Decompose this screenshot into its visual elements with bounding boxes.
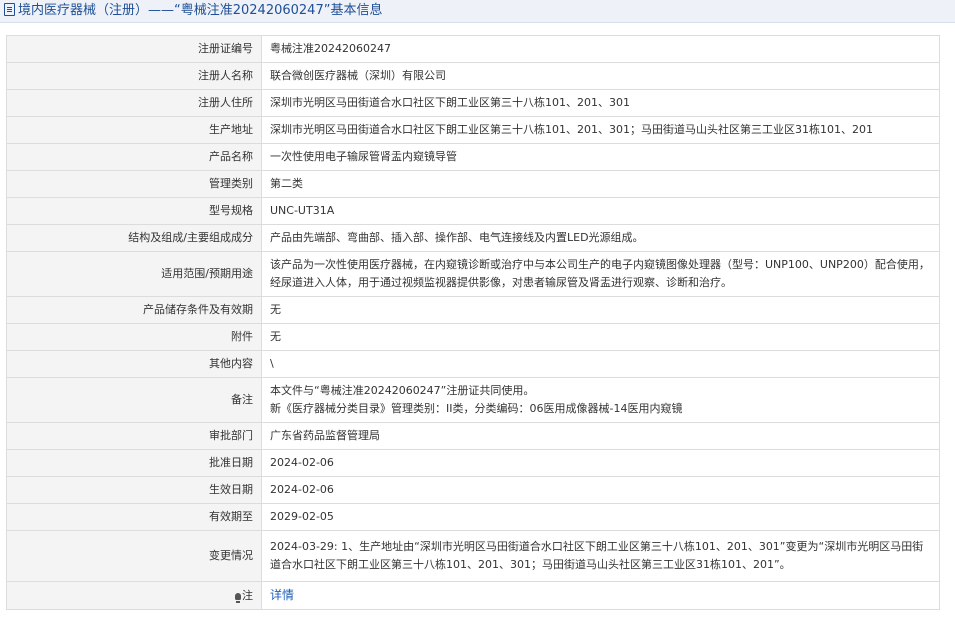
field-value: 2029-02-05 [261, 503, 940, 531]
note-value-cell: 详情 [261, 581, 940, 610]
info-table: 注册证编号 粤械注准20242060247 注册人名称 联合微创医疗器械（深圳）… [6, 35, 940, 610]
field-value: 无 [261, 296, 940, 324]
field-value: 本文件与“粤械注准20242060247”注册证共同使用。 新《医疗器械分类目录… [261, 377, 940, 423]
field-label: 有效期至 [6, 503, 262, 531]
table-row: 产品名称 一次性使用电子输尿管肾盂内窥镜导管 [6, 143, 940, 171]
field-value: 2024-02-06 [261, 476, 940, 504]
remark-line: 新《医疗器械分类目录》管理类别：II类，分类编码：06医用成像器械-14医用内窥… [270, 402, 683, 415]
field-value: 联合微创医疗器械（深圳）有限公司 [261, 62, 940, 90]
table-row: 有效期至 2029-02-05 [6, 503, 940, 531]
table-row: 适用范围/预期用途 该产品为一次性使用医疗器械，在内窥镜诊断或治疗中与本公司生产… [6, 251, 940, 297]
field-value: 粤械注准20242060247 [261, 35, 940, 63]
table-row: 生产地址 深圳市光明区马田街道合水口社区下朗工业区第三十八栋101、201、30… [6, 116, 940, 144]
table-row: 备注 本文件与“粤械注准20242060247”注册证共同使用。 新《医疗器械分… [6, 377, 940, 423]
field-label: 注册证编号 [6, 35, 262, 63]
table-row: 审批部门 广东省药品监督管理局 [6, 422, 940, 450]
field-label: 其他内容 [6, 350, 262, 378]
field-label: 变更情况 [6, 530, 262, 582]
note-label-cell: 注 [6, 581, 262, 610]
field-value: 2024-02-06 [261, 449, 940, 477]
table-row: 结构及组成/主要组成成分 产品由先端部、弯曲部、插入部、操作部、电气连接线及内置… [6, 224, 940, 252]
details-link[interactable]: 详情 [270, 588, 294, 602]
table-row: 管理类别 第二类 [6, 170, 940, 198]
field-value: 深圳市光明区马田街道合水口社区下朗工业区第三十八栋101、201、301；马田街… [261, 116, 940, 144]
field-label: 批准日期 [6, 449, 262, 477]
field-label: 产品名称 [6, 143, 262, 171]
document-icon [4, 3, 15, 16]
field-label: 注册人名称 [6, 62, 262, 90]
field-label: 适用范围/预期用途 [6, 251, 262, 297]
bulb-icon [235, 592, 241, 603]
table-row: 注 详情 [6, 581, 940, 610]
field-label: 结构及组成/主要组成成分 [6, 224, 262, 252]
table-row: 附件 无 [6, 323, 940, 351]
note-label: 注 [242, 588, 253, 602]
page-title-bar: 境内医疗器械（注册）——“粤械注准20242060247”基本信息 [0, 0, 955, 23]
field-value: 一次性使用电子输尿管肾盂内窥镜导管 [261, 143, 940, 171]
field-label: 注册人住所 [6, 89, 262, 117]
field-value: 第二类 [261, 170, 940, 198]
field-label: 审批部门 [6, 422, 262, 450]
table-row: 注册人住所 深圳市光明区马田街道合水口社区下朗工业区第三十八栋101、201、3… [6, 89, 940, 117]
field-value: \ [261, 350, 940, 378]
table-row: 产品储存条件及有效期 无 [6, 296, 940, 324]
field-label: 生产地址 [6, 116, 262, 144]
field-value: 2024-03-29: 1、生产地址由“深圳市光明区马田街道合水口社区下朗工业区… [261, 530, 940, 582]
field-label: 管理类别 [6, 170, 262, 198]
field-value: 无 [261, 323, 940, 351]
table-row: 生效日期 2024-02-06 [6, 476, 940, 504]
field-value: UNC-UT31A [261, 197, 940, 225]
table-row: 其他内容 \ [6, 350, 940, 378]
field-value: 该产品为一次性使用医疗器械，在内窥镜诊断或治疗中与本公司生产的电子内窥镜图像处理… [261, 251, 940, 297]
field-value: 产品由先端部、弯曲部、插入部、操作部、电气连接线及内置LED光源组成。 [261, 224, 940, 252]
field-value: 广东省药品监督管理局 [261, 422, 940, 450]
page-title: 境内医疗器械（注册）——“粤械注准20242060247”基本信息 [18, 3, 383, 18]
table-row: 变更情况 2024-03-29: 1、生产地址由“深圳市光明区马田街道合水口社区… [6, 530, 940, 582]
table-row: 注册人名称 联合微创医疗器械（深圳）有限公司 [6, 62, 940, 90]
table-row: 型号规格 UNC-UT31A [6, 197, 940, 225]
remark-line: 本文件与“粤械注准20242060247”注册证共同使用。 [270, 384, 535, 397]
field-label: 生效日期 [6, 476, 262, 504]
field-label: 附件 [6, 323, 262, 351]
field-label: 备注 [6, 377, 262, 423]
table-row: 批准日期 2024-02-06 [6, 449, 940, 477]
field-value: 深圳市光明区马田街道合水口社区下朗工业区第三十八栋101、201、301 [261, 89, 940, 117]
field-label: 产品储存条件及有效期 [6, 296, 262, 324]
field-label: 型号规格 [6, 197, 262, 225]
info-table-wrapper: 注册证编号 粤械注准20242060247 注册人名称 联合微创医疗器械（深圳）… [6, 35, 940, 610]
table-row: 注册证编号 粤械注准20242060247 [6, 35, 940, 63]
